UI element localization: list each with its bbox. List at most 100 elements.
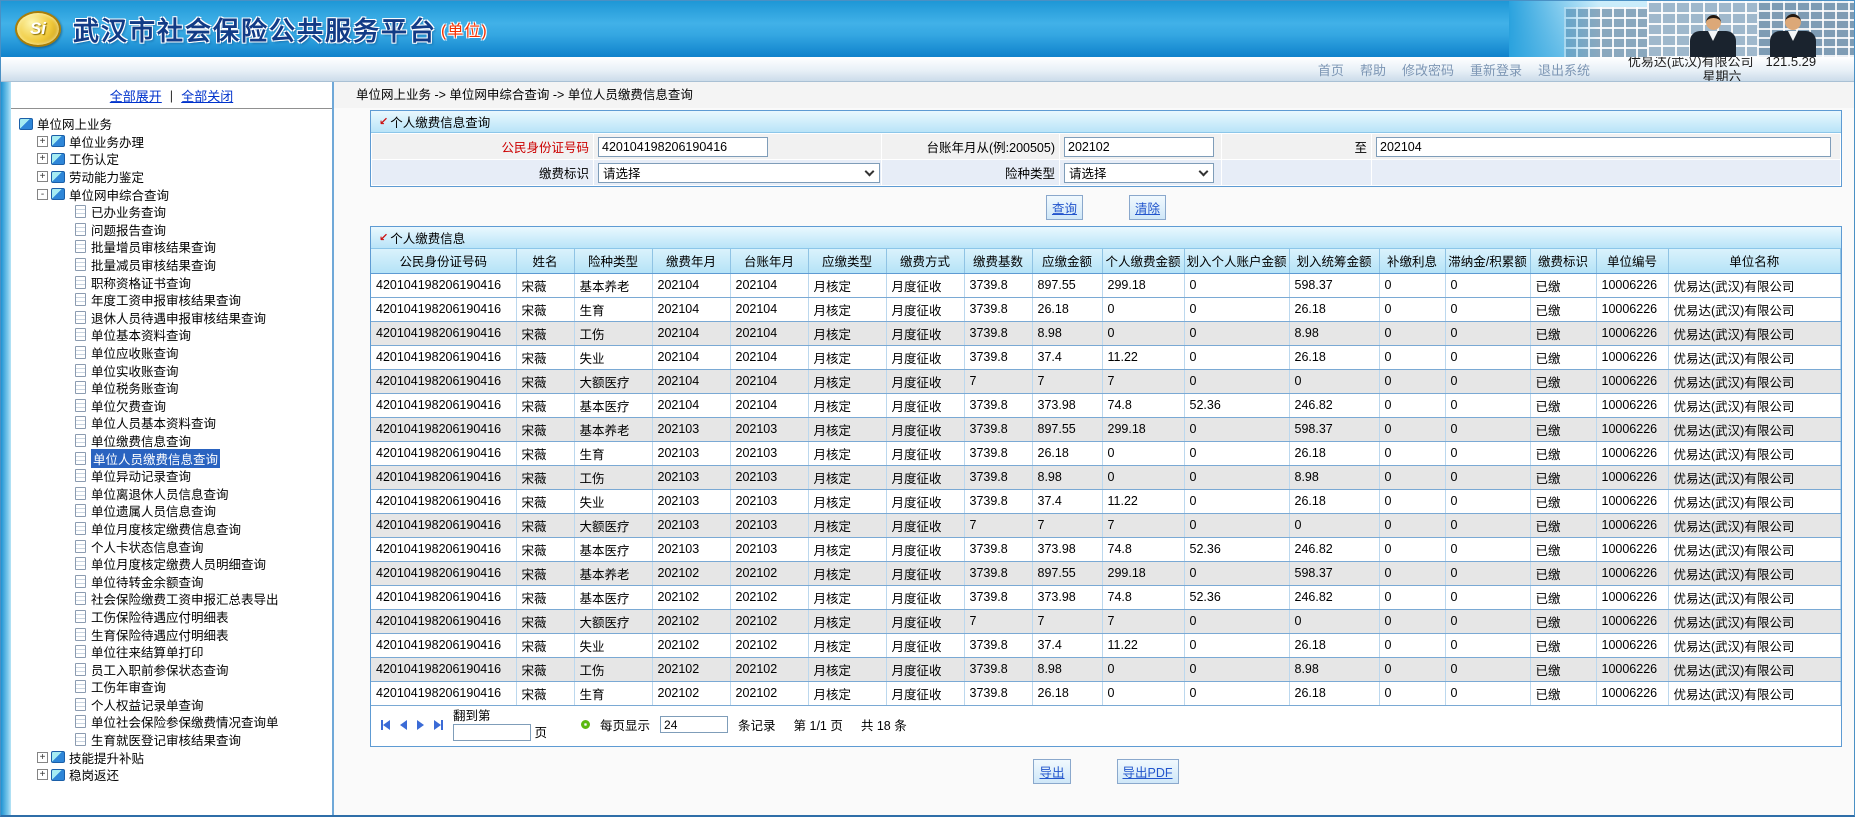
sidebar-item[interactable]: 单位月度核定缴费人员明细查询 xyxy=(19,555,330,573)
sidebar-item-label[interactable]: 单位月度核定缴费信息查询 xyxy=(91,519,241,538)
sidebar-item-label[interactable]: 单位基本资料查询 xyxy=(91,325,191,344)
sidebar-item-label[interactable]: 年度工资申报审核结果查询 xyxy=(91,290,241,309)
sidebar-item[interactable]: 问题报告查询 xyxy=(19,221,330,239)
sidebar-item[interactable]: 批量增员审核结果查询 xyxy=(19,238,330,256)
sidebar-item-label[interactable]: 单位社会保险参保缴费情况查询单 xyxy=(91,712,279,731)
topnav-link-退出系统[interactable]: 退出系统 xyxy=(1538,60,1590,79)
sidebar-item-label[interactable]: 单位遗属人员信息查询 xyxy=(91,501,216,520)
sidebar-item-label[interactable]: 单位欠费查询 xyxy=(91,396,166,415)
sidebar-item-label[interactable]: 生育就医登记审核结果查询 xyxy=(91,730,241,749)
tree-toggle-icon[interactable]: + xyxy=(37,751,48,763)
sidebar-item[interactable]: 单位人员基本资料查询 xyxy=(19,414,330,432)
tree-toggle-icon[interactable]: - xyxy=(37,188,48,200)
sidebar-item-label[interactable]: 批量增员审核结果查询 xyxy=(91,237,216,256)
sidebar-item-label[interactable]: 单位待转金余额查询 xyxy=(91,572,204,591)
per-page-input[interactable] xyxy=(660,716,729,733)
tree-toggle-icon[interactable]: + xyxy=(37,769,48,781)
sidebar-node-label[interactable]: 稳岗返还 xyxy=(69,765,119,784)
sidebar-item[interactable]: 单位基本资料查询 xyxy=(19,326,330,344)
sidebar-item[interactable]: 单位应收账查询 xyxy=(19,344,330,362)
id-number-input[interactable] xyxy=(598,136,768,157)
sidebar-node-label[interactable]: 劳动能力鉴定 xyxy=(69,167,144,186)
sidebar-item[interactable]: 员工入职前参保状态查询 xyxy=(19,660,330,678)
sidebar-item[interactable]: 退休人员待遇申报审核结果查询 xyxy=(19,309,330,327)
tree-toggle-icon[interactable]: + xyxy=(37,171,48,183)
collapse-all-link[interactable]: 全部关闭 xyxy=(181,86,233,105)
sidebar-item-label[interactable]: 个人权益记录单查询 xyxy=(91,695,204,714)
sidebar-item[interactable]: 单位缴费信息查询 xyxy=(19,432,330,450)
last-page-button[interactable] xyxy=(434,719,443,730)
insurance-type-select[interactable]: 请选择 xyxy=(1064,162,1214,183)
sidebar-item-label[interactable]: 个人卡状态信息查询 xyxy=(91,537,204,556)
first-page-button[interactable] xyxy=(381,719,390,730)
sidebar-item[interactable]: 生育就医登记审核结果查询 xyxy=(19,731,330,749)
tree-root[interactable]: 单位网上业务 xyxy=(19,115,330,133)
sidebar-node[interactable]: + 技能提升补贴 xyxy=(19,748,330,766)
next-page-button[interactable] xyxy=(417,719,424,730)
sidebar-item[interactable]: 个人权益记录单查询 xyxy=(19,696,330,714)
topnav-link-修改密码[interactable]: 修改密码 xyxy=(1402,60,1454,79)
sidebar-item-label[interactable]: 问题报告查询 xyxy=(91,220,166,239)
export-pdf-button[interactable]: 导出PDF xyxy=(1116,758,1179,784)
sidebar-item[interactable]: 单位待转金余额查询 xyxy=(19,572,330,590)
sidebar-item[interactable]: 单位月度核定缴费信息查询 xyxy=(19,520,330,538)
goto-page-input[interactable] xyxy=(453,723,531,741)
sidebar-item[interactable]: 工伤保险待遇应付明细表 xyxy=(19,608,330,626)
sidebar-item-label[interactable]: 单位人员缴费信息查询 xyxy=(91,448,221,468)
sidebar-item-label[interactable]: 单位人员基本资料查询 xyxy=(91,413,216,432)
sidebar-node-label[interactable]: 单位网申综合查询 xyxy=(69,185,169,204)
sidebar-item-label[interactable]: 单位离退休人员信息查询 xyxy=(91,484,229,503)
sidebar-node[interactable]: + 劳动能力鉴定 xyxy=(19,168,330,186)
sidebar-item-label[interactable]: 员工入职前参保状态查询 xyxy=(91,660,229,679)
sidebar-item-label[interactable]: 单位实收账查询 xyxy=(91,361,179,380)
sidebar-node[interactable]: + 稳岗返还 xyxy=(19,766,330,784)
sidebar-item-label[interactable]: 单位月度核定缴费人员明细查询 xyxy=(91,554,266,573)
tree-toggle-icon[interactable]: + xyxy=(37,153,48,165)
sidebar-node[interactable]: - 单位网申综合查询 xyxy=(19,185,330,203)
sidebar-item[interactable]: 单位离退休人员信息查询 xyxy=(19,484,330,502)
sidebar-item[interactable]: 单位遗属人员信息查询 xyxy=(19,502,330,520)
sidebar-item[interactable]: 单位社会保险参保缴费情况查询单 xyxy=(19,713,330,731)
sidebar-node[interactable]: + 工伤认定 xyxy=(19,150,330,168)
sidebar-item[interactable]: 单位人员缴费信息查询 xyxy=(19,448,330,468)
sidebar-item-label[interactable]: 已办业务查询 xyxy=(91,202,166,221)
sidebar-item[interactable]: 生育保险待遇应付明细表 xyxy=(19,625,330,643)
sidebar-item[interactable]: 单位税务账查询 xyxy=(19,379,330,397)
sidebar-node[interactable]: + 单位业务办理 xyxy=(19,133,330,151)
expand-all-link[interactable]: 全部展开 xyxy=(110,86,162,105)
sidebar-item[interactable]: 个人卡状态信息查询 xyxy=(19,537,330,555)
topnav-link-重新登录[interactable]: 重新登录 xyxy=(1470,60,1522,79)
sidebar-item[interactable]: 已办业务查询 xyxy=(19,203,330,221)
sidebar-item[interactable]: 工伤年审查询 xyxy=(19,678,330,696)
sidebar-item-label[interactable]: 批量减员审核结果查询 xyxy=(91,255,216,274)
sidebar-item-label[interactable]: 工伤年审查询 xyxy=(91,677,166,696)
sidebar-item[interactable]: 单位实收账查询 xyxy=(19,361,330,379)
sidebar-item[interactable]: 单位异动记录查询 xyxy=(19,467,330,485)
sidebar-item-label[interactable]: 工伤保险待遇应付明细表 xyxy=(91,607,229,626)
sidebar-node-label[interactable]: 技能提升补贴 xyxy=(69,748,144,767)
sidebar-node-label[interactable]: 工伤认定 xyxy=(69,149,119,168)
sidebar-item-label[interactable]: 单位异动记录查询 xyxy=(91,466,191,485)
sidebar-item-label[interactable]: 生育保险待遇应付明细表 xyxy=(91,625,229,644)
sidebar-item-label[interactable]: 单位税务账查询 xyxy=(91,378,179,397)
export-button[interactable]: 导出 xyxy=(1033,758,1071,784)
topnav-link-首页[interactable]: 首页 xyxy=(1318,60,1344,79)
sidebar-item[interactable]: 单位欠费查询 xyxy=(19,397,330,415)
sidebar-item-label[interactable]: 退休人员待遇申报审核结果查询 xyxy=(91,308,266,327)
sidebar-item-label[interactable]: 社会保险缴费工资申报汇总表导出 xyxy=(91,589,279,608)
sidebar-item[interactable]: 社会保险缴费工资申报汇总表导出 xyxy=(19,590,330,608)
ledger-to-input[interactable] xyxy=(1376,136,1832,157)
ledger-from-input[interactable] xyxy=(1064,136,1214,157)
sidebar-item[interactable]: 单位往来结算单打印 xyxy=(19,643,330,661)
clear-button[interactable]: 清除 xyxy=(1129,195,1167,220)
pay-flag-select[interactable]: 请选择 xyxy=(598,162,880,183)
go-button[interactable] xyxy=(581,720,590,729)
sidebar-item-label[interactable]: 单位应收账查询 xyxy=(91,343,179,362)
sidebar-item-label[interactable]: 职称资格证书查询 xyxy=(91,273,191,292)
sidebar-item[interactable]: 职称资格证书查询 xyxy=(19,273,330,291)
tree-root-label[interactable]: 单位网上业务 xyxy=(37,114,112,133)
sidebar-node-label[interactable]: 单位业务办理 xyxy=(69,132,144,151)
sidebar-item[interactable]: 批量减员审核结果查询 xyxy=(19,256,330,274)
query-button[interactable]: 查询 xyxy=(1045,195,1083,220)
tree-toggle-icon[interactable]: + xyxy=(37,135,48,147)
